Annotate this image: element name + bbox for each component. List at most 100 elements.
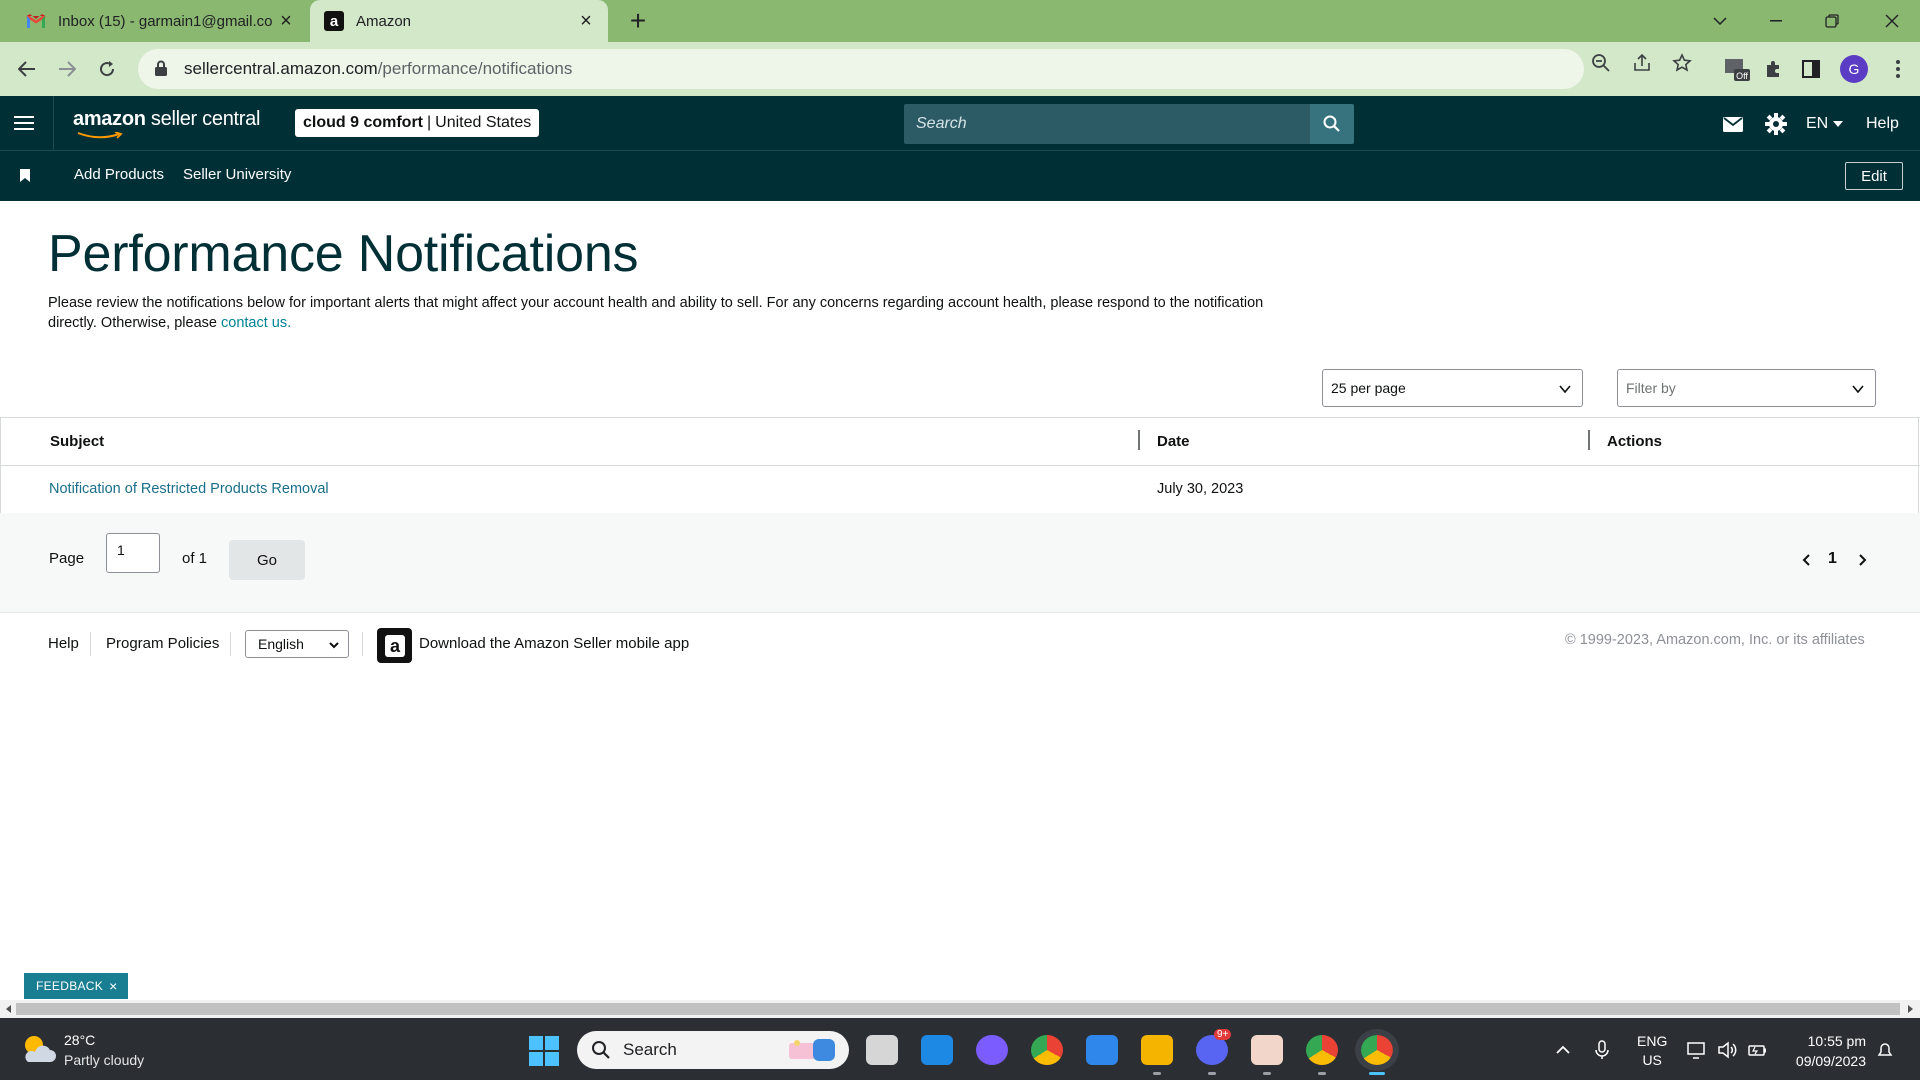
page-number-input[interactable]: 1 bbox=[106, 533, 160, 573]
column-actions: Actions bbox=[1607, 433, 1663, 450]
weather-temperature: 28°C bbox=[64, 1032, 96, 1048]
microphone-icon[interactable] bbox=[1591, 1039, 1613, 1061]
download-app-link[interactable]: Download the Amazon Seller mobile app bbox=[419, 635, 689, 652]
zoom-out-icon[interactable] bbox=[1590, 52, 1612, 74]
search-button[interactable] bbox=[1310, 104, 1354, 144]
profile-avatar[interactable]: G bbox=[1840, 55, 1868, 83]
seller-university-link[interactable]: Seller University bbox=[183, 166, 291, 183]
account-switcher[interactable]: cloud 9 comfort | United States bbox=[295, 109, 540, 137]
chrome-profile-icon[interactable] bbox=[1306, 1035, 1338, 1065]
close-tab-icon[interactable]: × bbox=[272, 7, 300, 35]
network-icon[interactable] bbox=[1686, 1039, 1708, 1061]
chevron-down-icon bbox=[1559, 385, 1571, 394]
notepad-icon[interactable] bbox=[1086, 1035, 1118, 1065]
input-language[interactable]: ENG US bbox=[1637, 1032, 1667, 1070]
back-arrow-icon[interactable] bbox=[9, 51, 45, 87]
column-date[interactable]: Date bbox=[1157, 433, 1190, 450]
bookmarks-bar: Add Products Seller University Edit bbox=[0, 151, 1920, 201]
scroll-left-icon[interactable] bbox=[3, 1003, 15, 1015]
running-indicator bbox=[1263, 1072, 1271, 1075]
file-explorer-icon[interactable] bbox=[1141, 1035, 1173, 1065]
previous-page-icon[interactable] bbox=[1800, 553, 1814, 567]
task-view-icon[interactable] bbox=[866, 1035, 898, 1065]
forward-arrow-icon[interactable] bbox=[49, 51, 85, 87]
horizontal-scrollbar[interactable] bbox=[0, 1000, 1920, 1018]
mail-icon[interactable] bbox=[1720, 111, 1746, 137]
share-icon[interactable] bbox=[1631, 52, 1653, 74]
feedback-button[interactable]: FEEDBACK × bbox=[24, 973, 128, 999]
pagination-bar: Page 1 of 1 Go 1 bbox=[0, 513, 1920, 613]
taskbar-search[interactable]: Search bbox=[577, 1031, 849, 1069]
mail-app-icon[interactable] bbox=[921, 1035, 953, 1065]
windows-start-icon[interactable] bbox=[529, 1036, 559, 1066]
date-cell: July 30, 2023 bbox=[1157, 481, 1244, 497]
minimize-button[interactable] bbox=[1748, 0, 1804, 42]
chrome-menu-icon[interactable] bbox=[1884, 55, 1912, 83]
add-products-link[interactable]: Add Products bbox=[74, 166, 164, 183]
side-panel-icon[interactable] bbox=[1797, 55, 1825, 83]
running-indicator bbox=[1208, 1072, 1216, 1075]
bookmark-icon[interactable] bbox=[20, 169, 30, 182]
volume-icon[interactable] bbox=[1716, 1039, 1738, 1061]
scroll-right-icon[interactable] bbox=[1904, 1003, 1916, 1015]
new-tab-button[interactable]: + bbox=[622, 5, 654, 37]
hamburger-menu-icon[interactable] bbox=[14, 110, 40, 136]
tab-search-chevron-icon[interactable] bbox=[1692, 0, 1748, 42]
footer-language-value: English bbox=[258, 636, 304, 652]
system-clock[interactable]: 10:55 pm 09/09/2023 bbox=[1786, 1031, 1866, 1071]
scrollbar-thumb[interactable] bbox=[16, 1003, 1900, 1015]
battery-icon[interactable] bbox=[1746, 1039, 1768, 1061]
svg-text:a: a bbox=[389, 636, 400, 656]
footer-divider bbox=[362, 632, 363, 656]
chrome-active-icon[interactable] bbox=[1355, 1029, 1399, 1071]
column-subject[interactable]: Subject bbox=[50, 433, 104, 450]
go-button[interactable]: Go bbox=[229, 540, 305, 580]
close-window-button[interactable] bbox=[1864, 0, 1920, 42]
contact-us-link[interactable]: contact us. bbox=[221, 315, 291, 331]
game-app-icon[interactable] bbox=[1251, 1035, 1283, 1065]
amazon-app-icon[interactable]: a bbox=[377, 628, 412, 663]
windows-taskbar: 28°C Partly cloudy Search 9+ ENG US 10:55… bbox=[0, 1018, 1920, 1080]
help-link[interactable]: Help bbox=[1866, 111, 1899, 137]
restore-button[interactable] bbox=[1804, 0, 1860, 42]
chevron-up-icon[interactable] bbox=[1552, 1039, 1574, 1061]
messenger-icon[interactable] bbox=[976, 1035, 1008, 1065]
filter-by-placeholder: Filter by bbox=[1626, 380, 1676, 396]
search-input[interactable]: Search bbox=[904, 104, 1310, 144]
chevron-down-icon bbox=[1852, 385, 1864, 394]
amazon-icon: a bbox=[324, 11, 344, 31]
footer-language-select[interactable]: English bbox=[245, 630, 349, 658]
reload-icon[interactable] bbox=[89, 51, 125, 87]
extensions-puzzle-icon[interactable] bbox=[1759, 55, 1787, 83]
current-page-number[interactable]: 1 bbox=[1828, 550, 1837, 568]
tab-amazon[interactable]: a Amazon × bbox=[310, 0, 608, 42]
extension-off-icon[interactable]: Off bbox=[1722, 55, 1750, 83]
language-selector[interactable]: EN bbox=[1806, 111, 1844, 137]
seller-central-logo[interactable]: amazon seller central bbox=[73, 108, 260, 139]
header-divider bbox=[53, 96, 54, 151]
feedback-label: FEEDBACK bbox=[36, 979, 104, 993]
footer: Help Program Policies English a Download… bbox=[0, 614, 1920, 674]
notifications-icon[interactable] bbox=[1874, 1039, 1896, 1061]
browser-toolbar: sellercentral.amazon.com/performance/not… bbox=[0, 42, 1920, 96]
footer-help-link[interactable]: Help bbox=[48, 635, 79, 652]
chevron-down-icon bbox=[329, 642, 339, 649]
next-page-icon[interactable] bbox=[1855, 553, 1869, 567]
search-icon bbox=[592, 1041, 610, 1059]
table-row: Notification of Restricted Products Remo… bbox=[0, 466, 1920, 514]
settings-gear-icon[interactable] bbox=[1763, 111, 1789, 137]
notification-link[interactable]: Notification of Restricted Products Remo… bbox=[49, 481, 329, 497]
close-tab-icon[interactable]: × bbox=[572, 7, 600, 35]
close-icon[interactable]: × bbox=[109, 978, 117, 994]
tab-gmail[interactable]: Inbox (15) - garmain1@gmail.com × bbox=[12, 0, 308, 42]
weather-partly-cloudy-icon[interactable] bbox=[20, 1032, 56, 1066]
program-policies-link[interactable]: Program Policies bbox=[106, 635, 219, 652]
bookmark-star-icon[interactable] bbox=[1671, 52, 1693, 74]
chrome-icon[interactable] bbox=[1031, 1035, 1063, 1065]
tab-title: Inbox (15) - garmain1@gmail.com bbox=[58, 12, 272, 30]
edit-bookmarks-button[interactable]: Edit bbox=[1845, 162, 1903, 190]
filter-by-select[interactable]: Filter by bbox=[1617, 369, 1876, 407]
address-bar[interactable]: sellercentral.amazon.com/performance/not… bbox=[138, 49, 1584, 89]
per-page-select[interactable]: 25 per page bbox=[1322, 369, 1583, 407]
discord-icon[interactable]: 9+ bbox=[1196, 1029, 1232, 1065]
